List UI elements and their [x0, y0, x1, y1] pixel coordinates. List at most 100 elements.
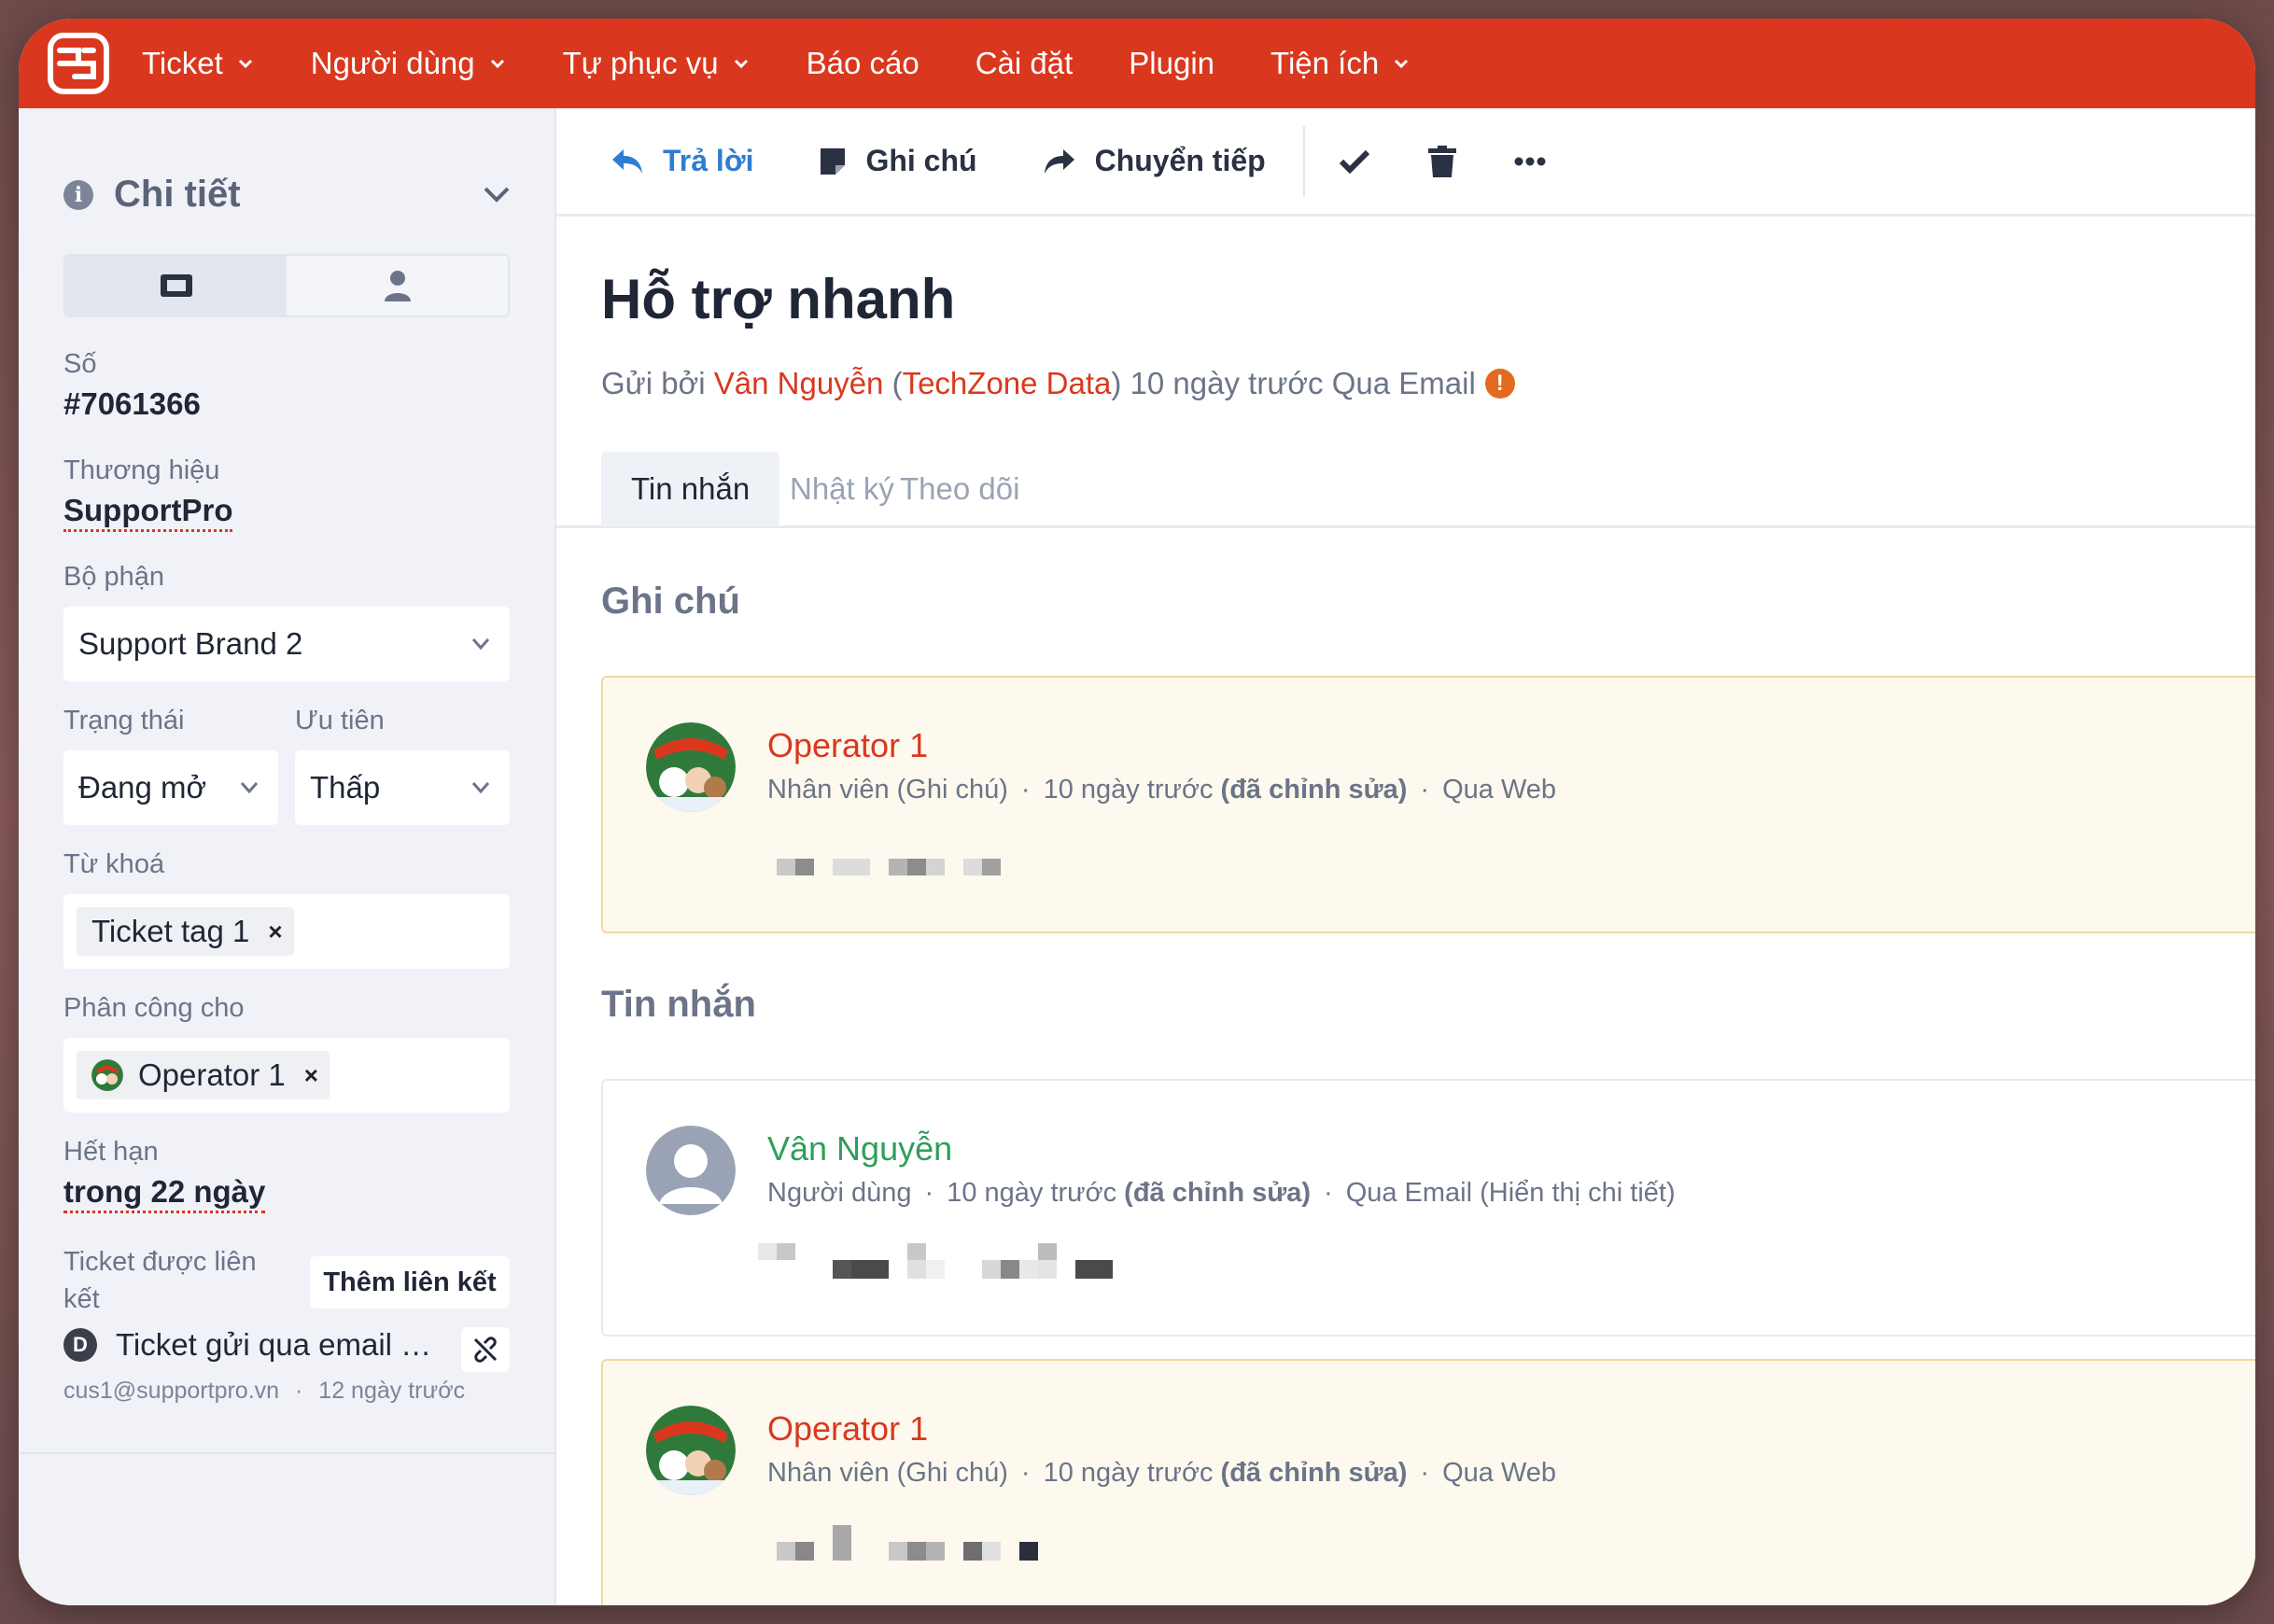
- status-label: Trạng thái: [63, 706, 185, 735]
- chevron-down-icon: [471, 638, 490, 651]
- reply-button[interactable]: Trả lời: [611, 144, 753, 178]
- note-label: Ghi chú: [865, 144, 977, 177]
- note-button[interactable]: Ghi chú: [819, 144, 977, 178]
- note-meta: Nhân viên (Ghi chú) · 10 ngày trước (đã ch…: [767, 775, 1557, 805]
- chevron-down-icon: [734, 59, 748, 69]
- info-icon: i: [63, 179, 93, 210]
- brand-value[interactable]: SupportPro: [63, 493, 233, 532]
- linked-ticket-email: cus1@supportpro.vn: [63, 1378, 280, 1404]
- unlink-button[interactable]: [461, 1327, 510, 1372]
- nav-users[interactable]: Người dùng: [311, 46, 507, 81]
- nav-plugin[interactable]: Plugin: [1129, 46, 1214, 81]
- ticket-tabs: Tin nhắn Nhật ký Theo dõi: [556, 452, 2255, 528]
- message-channel[interactable]: Qua Email (Hiển thị chi tiết): [1346, 1178, 1676, 1208]
- sender-name[interactable]: Vân Nguyễn: [714, 366, 884, 401]
- note-edited: (đã chỉnh sửa): [1220, 775, 1408, 805]
- message-channel: Qua Web: [1442, 1458, 1557, 1488]
- app-logo-icon[interactable]: [47, 32, 110, 95]
- tab-messages[interactable]: Tin nhắn: [601, 452, 780, 526]
- app-window: Ticket Người dùng Tự phục vụ Báo cáo Cài…: [19, 19, 2255, 1605]
- ticket-number: #7061366: [63, 386, 201, 421]
- unlink-icon: [473, 1337, 498, 1363]
- operator-avatar: [646, 722, 736, 812]
- operator-avatar: [646, 1406, 736, 1495]
- nav-settings[interactable]: Cài đặt: [976, 46, 1074, 81]
- note-card: Operator 1 Nhân viên (Ghi chú) · 10 ngày t…: [601, 1359, 2255, 1605]
- number-label: Số: [63, 349, 97, 379]
- chevron-down-icon: [238, 59, 252, 69]
- add-link-button[interactable]: Thêm liên kết: [310, 1256, 510, 1309]
- message-edited: (đã chỉnh sửa): [1124, 1178, 1312, 1208]
- toolbar-separator: [1302, 125, 1305, 197]
- remove-tag-icon[interactable]: ×: [268, 917, 282, 946]
- check-icon: [1339, 149, 1369, 174]
- message-card: Vân Nguyễn Người dùng · 10 ngày trước (đã …: [601, 1079, 2255, 1337]
- note-time: 10 ngày trước: [1043, 775, 1214, 805]
- user-icon: [384, 271, 411, 301]
- priority-select[interactable]: Thấp: [295, 750, 510, 825]
- note-role: Nhân viên (Ghi chú): [767, 775, 1008, 805]
- sender-org[interactable]: TechZone Data: [903, 366, 1112, 401]
- notes-section-title: Ghi chú: [601, 581, 740, 622]
- nav-ticket[interactable]: Ticket: [142, 46, 255, 81]
- chevron-down-icon[interactable]: [480, 183, 513, 205]
- message-time: 10 ngày trước: [947, 1178, 1117, 1208]
- message-role: Nhân viên (Ghi chú): [767, 1458, 1008, 1488]
- sent-prefix: Gửi bởi: [601, 366, 706, 400]
- tags-label: Từ khoá: [63, 849, 165, 879]
- user-avatar: [646, 1126, 736, 1215]
- reply-icon: [612, 148, 642, 174]
- assign-label: Phân công cho: [63, 993, 245, 1023]
- message-author[interactable]: Vân Nguyễn: [767, 1129, 952, 1169]
- priority-label: Ưu tiên: [295, 706, 385, 735]
- assignee-input[interactable]: Operator 1 ×: [63, 1038, 510, 1113]
- tab-user-info[interactable]: [287, 256, 508, 315]
- sidebar-divider: [19, 1452, 556, 1454]
- more-button[interactable]: [1514, 157, 1546, 166]
- due-label: Hết hạn: [63, 1137, 159, 1167]
- linked-ticket-badge: D: [63, 1328, 97, 1362]
- delete-button[interactable]: [1427, 145, 1456, 177]
- linked-ticket-title[interactable]: Ticket gửi qua email chưa đăng nhập: [116, 1327, 442, 1363]
- tags-input[interactable]: Ticket tag 1 ×: [63, 894, 510, 969]
- message-meta: Nhân viên (Ghi chú) · 10 ngày trước (đã ch…: [767, 1458, 1557, 1488]
- details-sidebar: i Chi tiết Số #7061366 Thương hiệu Suppo…: [19, 108, 556, 1605]
- blurred-content: [777, 1525, 1038, 1561]
- details-header: i Chi tiết: [63, 174, 241, 216]
- note-author[interactable]: Operator 1: [767, 726, 928, 765]
- assignee-chip: Operator 1 ×: [77, 1051, 330, 1099]
- message-meta: Người dùng · 10 ngày trước (đã chỉnh sửa) ·…: [767, 1178, 1676, 1208]
- reply-label: Trả lời: [663, 144, 754, 177]
- message-author[interactable]: Operator 1: [767, 1409, 928, 1449]
- forward-label: Chuyển tiếp: [1094, 144, 1266, 177]
- nav-utilities-label: Tiện ích: [1270, 46, 1380, 80]
- message-time: 10 ngày trước: [1043, 1458, 1214, 1488]
- remove-assignee-icon[interactable]: ×: [304, 1061, 318, 1090]
- blurred-content: [758, 1243, 1113, 1279]
- forward-button[interactable]: Chuyển tiếp: [1043, 144, 1266, 178]
- due-value[interactable]: trong 22 ngày: [63, 1174, 266, 1213]
- linked-ticket[interactable]: D Ticket gửi qua email chưa đăng nhập: [63, 1327, 442, 1363]
- forward-icon: [1044, 148, 1074, 174]
- blurred-content: [777, 859, 1001, 875]
- linked-ticket-time: 12 ngày trước: [318, 1378, 466, 1404]
- tag-chip-label: Ticket tag 1: [91, 914, 250, 948]
- nav-self-service[interactable]: Tự phục vụ: [563, 46, 751, 81]
- chevron-down-icon: [240, 782, 259, 794]
- messages-section-title: Tin nhắn: [601, 984, 756, 1025]
- nav-settings-label: Cài đặt: [975, 46, 1074, 80]
- nav-self-service-label: Tự phục vụ: [562, 46, 719, 80]
- nav-utilities[interactable]: Tiện ích: [1270, 46, 1411, 81]
- nav-users-label: Người dùng: [310, 46, 475, 80]
- message-role: Người dùng: [767, 1178, 912, 1208]
- linked-ticket-meta: cus1@supportpro.vn · 12 ngày trước: [63, 1378, 466, 1404]
- department-select[interactable]: Support Brand 2: [63, 607, 510, 681]
- details-tabs: [63, 254, 510, 317]
- tab-ticket-info[interactable]: [65, 256, 287, 315]
- status-select[interactable]: Đang mở: [63, 750, 278, 825]
- warning-icon[interactable]: !: [1484, 369, 1515, 399]
- nav-reports[interactable]: Báo cáo: [807, 46, 919, 81]
- resolve-button[interactable]: [1339, 148, 1370, 175]
- tab-followers[interactable]: Theo dõi: [870, 452, 1049, 526]
- department-label: Bộ phận: [63, 562, 165, 592]
